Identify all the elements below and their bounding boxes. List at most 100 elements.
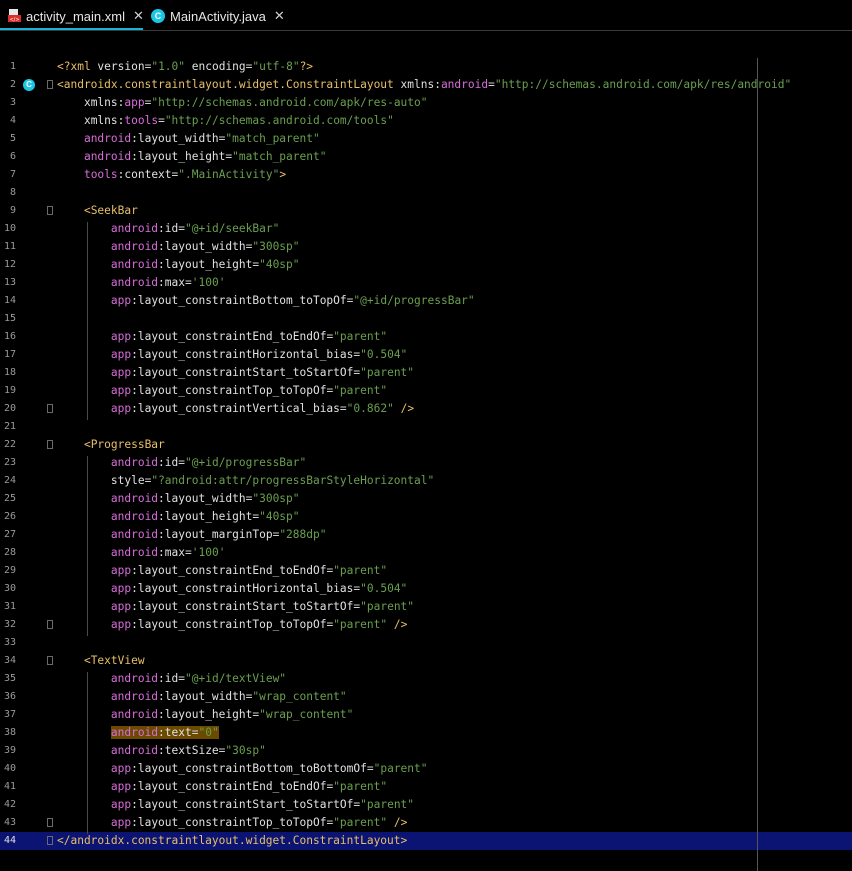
code-line[interactable]: 32 app:layout_constraintTop_toTopOf="par… [0,616,852,634]
code-line[interactable]: 34 <TextView [0,652,852,670]
tab-label: activity_main.xml [26,8,125,24]
code-line[interactable]: 17 app:layout_constraintHorizontal_bias=… [0,346,852,364]
fold-marker-icon[interactable] [47,836,53,845]
code-line[interactable]: 42 app:layout_constraintStart_toStartOf=… [0,796,852,814]
code-line[interactable]: 19 app:layout_constraintTop_toTopOf="par… [0,382,852,400]
line-number: 26 [3,511,16,522]
code-line[interactable]: 30 app:layout_constraintHorizontal_bias=… [0,580,852,598]
fold-marker-icon[interactable] [47,818,53,827]
line-number: 41 [3,781,16,792]
code-line[interactable]: 1 <?xml version="1.0" encoding="utf-8"?> [0,58,852,76]
code-line[interactable]: 35 android:id="@+id/textView" [0,670,852,688]
line-number: 7 [9,169,16,180]
line-number: 12 [3,259,16,270]
close-icon[interactable]: ✕ [133,8,144,24]
tab-activity-main-xml[interactable]: </> activity_main.xml ✕ [8,2,144,30]
code-text: android:textSize="30sp" [110,744,266,757]
line-number: 32 [3,619,16,630]
line-number: 8 [9,187,16,198]
code-line[interactable]: 13 android:max='100' [0,274,852,292]
code-text: android:id="@+id/textView" [110,672,287,685]
code-line[interactable]: 10 android:id="@+id/seekBar" [0,220,852,238]
line-number: 37 [3,709,16,720]
tab-label: MainActivity.java [170,8,266,24]
line-number: 22 [3,439,16,450]
code-editor[interactable]: 1 <?xml version="1.0" encoding="utf-8"?> 2… [0,58,852,871]
code-line[interactable]: 9 <SeekBar [0,202,852,220]
line-number: 42 [3,799,16,810]
code-line[interactable]: 33 [0,634,852,652]
fold-marker-icon[interactable] [47,440,53,449]
code-line[interactable]: 40 app:layout_constraintBottom_toBottomO… [0,760,852,778]
code-line[interactable]: 27 android:layout_marginTop="288dp" [0,526,852,544]
line-number: 19 [3,385,16,396]
code-text: android:id="@+id/progressBar" [110,456,307,469]
fold-marker-icon[interactable] [47,404,53,413]
line-number: 33 [3,637,16,648]
fold-marker-icon[interactable] [47,620,53,629]
code-line[interactable]: 16 app:layout_constraintEnd_toEndOf="par… [0,328,852,346]
line-number: 3 [9,97,16,108]
line-number: 35 [3,673,16,684]
code-line[interactable]: 24 style="?android:attr/progressBarStyle… [0,472,852,490]
code-line[interactable]: 14 app:layout_constraintBottom_toTopOf="… [0,292,852,310]
close-icon[interactable]: ✕ [274,8,285,24]
code-line[interactable]: 4 xmlns:tools="http://schemas.android.co… [0,112,852,130]
code-line[interactable]: 11 android:layout_width="300sp" [0,238,852,256]
code-text: android:max='100' [110,546,226,559]
code-line[interactable]: 21 [0,418,852,436]
line-number: 4 [9,115,16,126]
fold-marker-icon[interactable] [47,80,53,89]
code-line[interactable]: 18 app:layout_constraintStart_toStartOf=… [0,364,852,382]
line-number: 15 [3,313,16,324]
class-gutter-icon[interactable]: C [23,79,35,91]
code-line[interactable]: 22 <ProgressBar [0,436,852,454]
code-text: android:layout_height="40sp" [110,258,300,271]
code-text: android:layout_width="300sp" [110,240,300,253]
indent-guide [87,672,88,834]
code-line[interactable]: 44 </androidx.constraintlayout.widget.Con… [0,832,852,850]
code-text: android:text="0" [110,726,219,739]
code-text: <TextView [83,654,145,667]
line-number: 11 [3,241,16,252]
code-line[interactable]: 29 app:layout_constraintEnd_toEndOf="par… [0,562,852,580]
fold-marker-icon[interactable] [47,206,53,215]
code-text: android:layout_width="match_parent" [83,132,320,145]
code-line[interactable]: 39 android:textSize="30sp" [0,742,852,760]
code-text: android:layout_width="wrap_content" [110,690,347,703]
code-text: app:layout_constraintStart_toStartOf="pa… [110,366,415,379]
code-line[interactable]: 36 android:layout_width="wrap_content" [0,688,852,706]
code-line[interactable]: 15 [0,310,852,328]
line-number: 6 [9,151,16,162]
code-line[interactable]: 2 C <androidx.constraintlayout.widget.Cons… [0,76,852,94]
code-line[interactable]: 43 app:layout_constraintTop_toTopOf="par… [0,814,852,832]
code-line[interactable]: 23 android:id="@+id/progressBar" [0,454,852,472]
code-line[interactable]: 41 app:layout_constraintEnd_toEndOf="par… [0,778,852,796]
code-line[interactable]: 7 tools:context=".MainActivity"> [0,166,852,184]
code-line[interactable]: 3 xmlns:app="http://schemas.android.com/… [0,94,852,112]
code-line[interactable]: 20 app:layout_constraintVertical_bias="0… [0,400,852,418]
line-number: 13 [3,277,16,288]
code-text: app:layout_constraintEnd_toEndOf="parent… [110,330,388,343]
code-text: android:id="@+id/seekBar" [110,222,280,235]
code-line[interactable]: 6 android:layout_height="match_parent" [0,148,852,166]
code-text: android:max='100' [110,276,226,289]
fold-marker-icon[interactable] [47,656,53,665]
code-line[interactable]: 25 android:layout_width="300sp" [0,490,852,508]
code-text: app:layout_constraintTop_toTopOf="parent… [110,816,408,829]
line-number: 38 [3,727,16,738]
code-text: android:layout_height="match_parent" [83,150,327,163]
code-line[interactable]: 12 android:layout_height="40sp" [0,256,852,274]
code-line[interactable]: 38 android:text="0" [0,724,852,742]
line-number: 18 [3,367,16,378]
code-text: app:layout_constraintEnd_toEndOf="parent… [110,780,388,793]
code-line[interactable]: 37 android:layout_height="wrap_content" [0,706,852,724]
code-line[interactable]: 8 [0,184,852,202]
code-line[interactable]: 31 app:layout_constraintStart_toStartOf=… [0,598,852,616]
line-number: 16 [3,331,16,342]
line-number: 24 [3,475,16,486]
code-line[interactable]: 28 android:max='100' [0,544,852,562]
code-line[interactable]: 5 android:layout_width="match_parent" [0,130,852,148]
tab-mainactivity-java[interactable]: C MainActivity.java ✕ [151,2,285,30]
code-line[interactable]: 26 android:layout_height="40sp" [0,508,852,526]
